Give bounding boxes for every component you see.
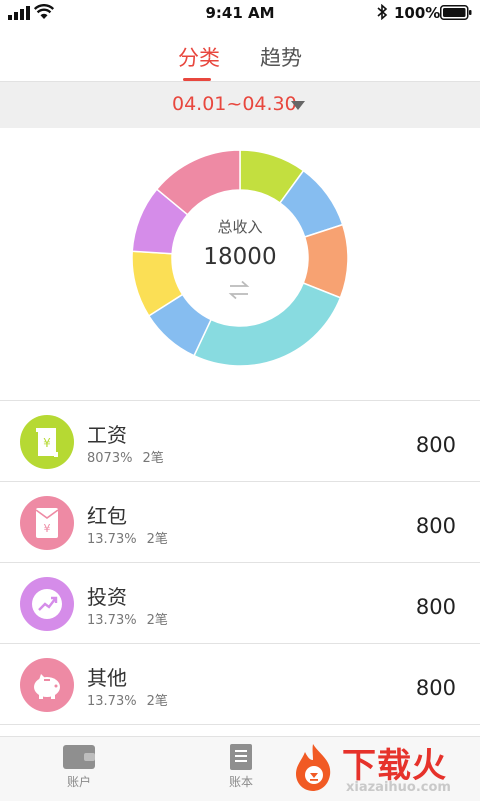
category-name: 其他 (87, 666, 127, 690)
income-chart-area: 总收入 18000 (0, 128, 480, 400)
category-row-salary[interactable]: ¥ 工资 8073% 2笔 800 (0, 401, 480, 482)
category-row-red-envelope[interactable]: ¥ 红包 13.73% 2笔 800 (0, 482, 480, 563)
watermark-domain: xiazaihuo.com (346, 780, 451, 795)
nav-label: 账户 (66, 775, 91, 789)
category-amount: 800 (415, 433, 456, 457)
category-meta: 13.73% 2笔 (87, 528, 168, 547)
flame-logo-icon (296, 744, 331, 791)
nav-item-ledger[interactable]: 账本 (196, 743, 286, 790)
category-row-investment[interactable]: 投资 13.73% 2笔 800 (0, 563, 480, 644)
total-income-label: 总收入 (217, 218, 263, 236)
svg-text:¥: ¥ (43, 436, 51, 450)
category-percent: 13.73% (87, 694, 137, 709)
category-count: 2笔 (142, 451, 164, 466)
caret-down-icon[interactable] (291, 101, 305, 110)
nav-label: 账本 (228, 775, 253, 789)
nav-item-accounts[interactable]: 账户 (34, 743, 124, 790)
category-amount: 800 (415, 676, 456, 700)
tab-category[interactable]: 分类 (178, 42, 220, 72)
category-row-other[interactable]: 其他 13.73% 2笔 800 (0, 644, 480, 725)
trend-up-icon (20, 577, 74, 631)
category-count: 2笔 (146, 613, 168, 628)
category-name: 红包 (87, 504, 127, 528)
category-count: 2笔 (146, 532, 168, 547)
category-amount: 800 (415, 514, 456, 538)
tab-trend[interactable]: 趋势 (260, 42, 302, 72)
status-bar: 9:41 AM 100% (0, 0, 480, 26)
bluetooth-icon (377, 4, 388, 20)
battery-percent: 100% (394, 4, 441, 22)
total-income-value: 18000 (203, 244, 277, 270)
category-name: 工资 (87, 423, 127, 447)
category-percent: 13.73% (87, 613, 137, 628)
piggy-bank-icon (20, 658, 74, 712)
salary-scroll-icon: ¥ (20, 415, 74, 469)
category-name: 投资 (87, 585, 127, 609)
category-percent: 13.73% (87, 532, 137, 547)
category-amount: 800 (415, 595, 456, 619)
swap-arrows-icon[interactable] (228, 280, 250, 300)
battery-icon (440, 5, 472, 20)
category-meta: 13.73% 2笔 (87, 609, 168, 628)
category-meta: 8073% 2笔 (87, 447, 164, 466)
watermark: 下载火 xiazaihuo.com (280, 736, 480, 800)
wallet-icon (63, 745, 95, 769)
date-range-label[interactable]: 04.01~04.30 (172, 93, 297, 115)
category-percent: 8073% (87, 451, 133, 466)
svg-text:¥: ¥ (44, 522, 51, 535)
segment-tabs: 分类 趋势 (0, 36, 480, 82)
ledger-icon (230, 744, 252, 770)
donut-slice-4[interactable] (193, 282, 342, 367)
category-meta: 13.73% 2笔 (87, 690, 168, 709)
category-count: 2笔 (146, 694, 168, 709)
red-envelope-icon: ¥ (20, 496, 74, 550)
date-filter-bar[interactable]: 04.01~04.30 (0, 82, 480, 128)
